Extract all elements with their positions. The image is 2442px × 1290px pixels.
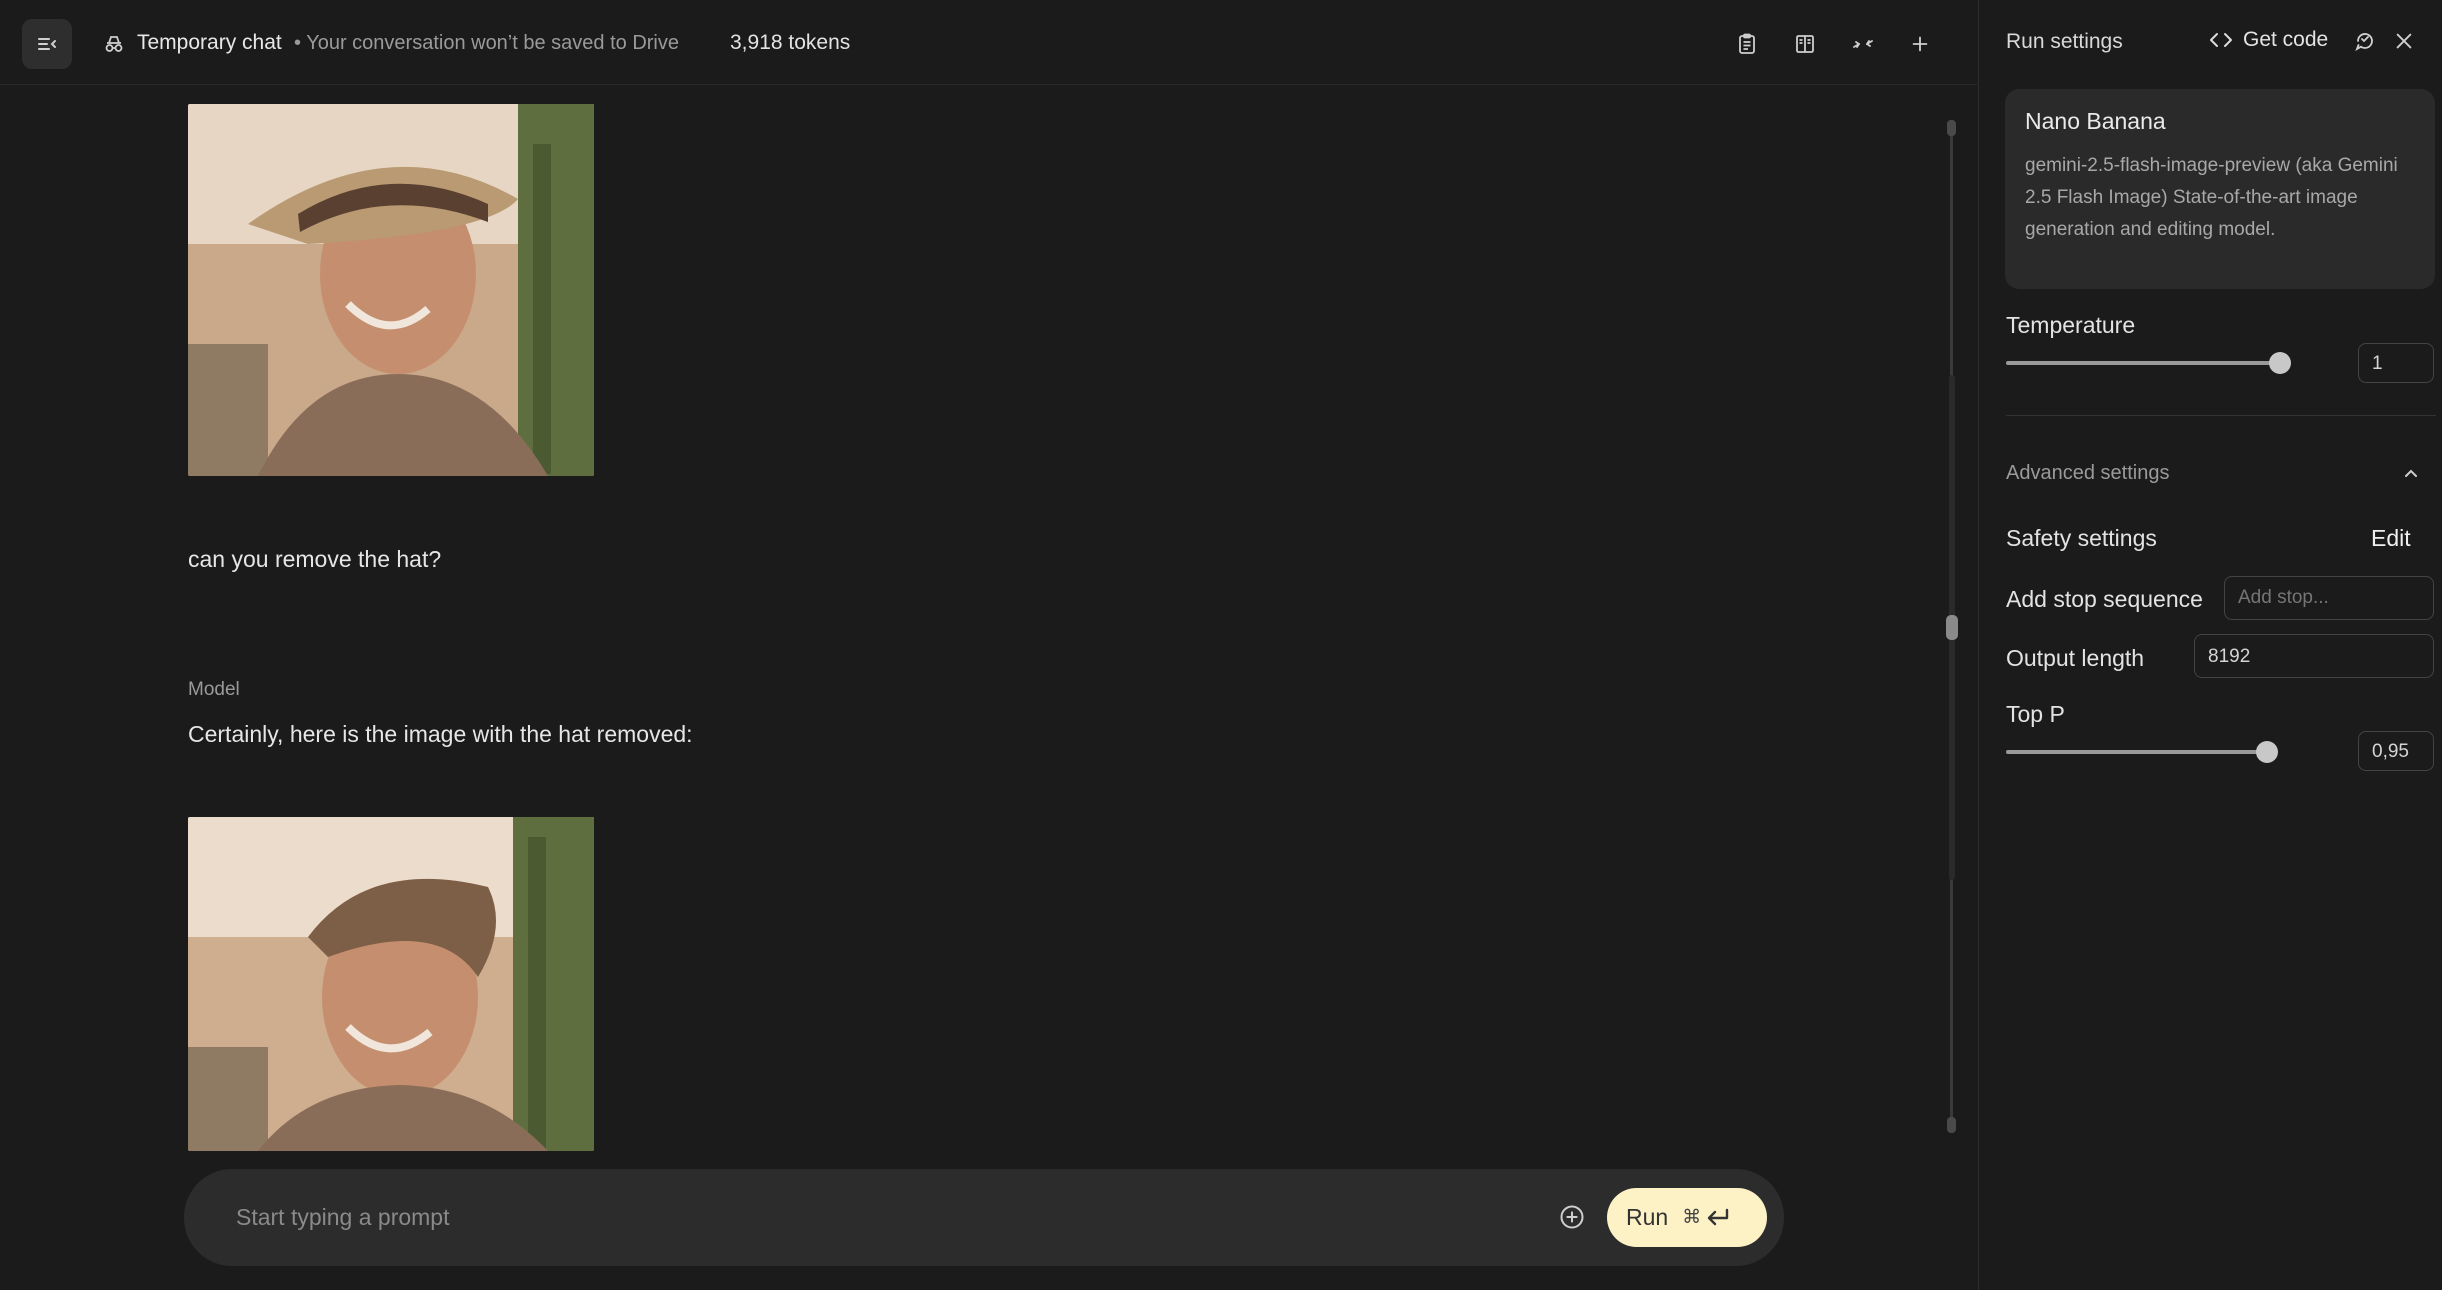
book-icon bbox=[1796, 35, 1814, 53]
reset-settings-button[interactable] bbox=[2350, 26, 2380, 56]
temperature-label: Temperature bbox=[2006, 312, 2136, 338]
top-p-slider[interactable] bbox=[2006, 750, 2267, 754]
code-icon bbox=[2210, 33, 2232, 47]
chat-area: Temporary chat • Your conversation won’t… bbox=[0, 0, 1977, 1290]
run-label: Run bbox=[1626, 1204, 1669, 1230]
temperature-input[interactable]: 1 bbox=[2358, 343, 2434, 383]
toggle-sidebar-button[interactable] bbox=[22, 19, 72, 69]
stop-sequence-input[interactable] bbox=[2224, 576, 2434, 620]
clipboard-button[interactable] bbox=[1731, 28, 1763, 60]
swap-button[interactable] bbox=[1847, 28, 1879, 60]
chat-subtitle: • Your conversation won’t be saved to Dr… bbox=[294, 32, 679, 54]
top-p-input[interactable]: 0,95 bbox=[2358, 731, 2434, 771]
prompt-input[interactable]: Start typing a prompt bbox=[236, 1204, 450, 1231]
output-length-label: Output length bbox=[2006, 645, 2145, 671]
prompt-bar[interactable]: Start typing a prompt Run ⌘ bbox=[184, 1169, 1784, 1266]
safety-settings-edit-button[interactable]: Edit bbox=[2371, 525, 2411, 552]
command-key: ⌘ bbox=[1682, 1207, 1702, 1228]
divider bbox=[2006, 415, 2436, 416]
add-circle-icon bbox=[1560, 1205, 1584, 1229]
chat-title: Temporary chat bbox=[137, 31, 282, 54]
user-image-with-hat[interactable] bbox=[188, 104, 594, 476]
model-role-label: Model bbox=[188, 679, 240, 700]
user-message: can you remove the hat? bbox=[188, 546, 442, 572]
reset-chat-icon bbox=[2355, 33, 2373, 52]
model-message: Certainly, here is the image with the ha… bbox=[188, 721, 693, 747]
top-bar: Temporary chat • Your conversation won’t… bbox=[0, 0, 1977, 85]
plus-icon bbox=[1912, 36, 1928, 52]
new-chat-button[interactable] bbox=[1904, 28, 1936, 60]
stop-sequence-label: Add stop sequence bbox=[2006, 586, 2203, 612]
top-p-label: Top P bbox=[2006, 701, 2065, 727]
advanced-settings-toggle[interactable]: Advanced settings bbox=[2006, 462, 2169, 485]
temperature-slider[interactable] bbox=[2006, 361, 2280, 365]
scroll-thumb[interactable] bbox=[1946, 615, 1958, 640]
temperature-slider-knob[interactable] bbox=[2269, 352, 2291, 374]
model-image-hat-removed[interactable] bbox=[188, 817, 594, 1151]
add-media-button[interactable] bbox=[1554, 1199, 1590, 1235]
chevron-up-icon[interactable] bbox=[2399, 462, 2423, 486]
model-name: Nano Banana bbox=[2025, 108, 2166, 134]
top-p-slider-knob[interactable] bbox=[2256, 741, 2278, 763]
get-code-label: Get code bbox=[2243, 28, 2329, 51]
get-code-button[interactable]: Get code bbox=[2209, 28, 2328, 52]
model-selector-card[interactable]: Nano Banana gemini-2.5-flash-image-previ… bbox=[2005, 89, 2435, 289]
compare-button[interactable] bbox=[1789, 28, 1821, 60]
enter-key-icon bbox=[1708, 1208, 1729, 1225]
clipboard-icon bbox=[1739, 33, 1755, 54]
run-button[interactable]: Run ⌘ bbox=[1607, 1188, 1767, 1247]
scroll-bottom-marker bbox=[1947, 1117, 1956, 1133]
menu-collapse-icon bbox=[38, 38, 56, 50]
token-count: 3,918 tokens bbox=[730, 31, 851, 54]
close-panel-button[interactable] bbox=[2389, 26, 2419, 56]
safety-settings-label: Safety settings bbox=[2006, 525, 2157, 551]
scroll-top-marker bbox=[1947, 120, 1956, 136]
output-length-input[interactable]: 8192 bbox=[2194, 634, 2434, 678]
model-description: gemini-2.5-flash-image-preview (aka Gemi… bbox=[2025, 155, 2398, 240]
run-settings-panel: Run settings Get code Nano Banana gemini… bbox=[1978, 0, 2442, 1290]
incognito-icon bbox=[105, 36, 123, 52]
close-icon bbox=[2396, 33, 2412, 49]
compress-arrows-icon bbox=[1853, 40, 1873, 48]
run-shortcut: ⌘ bbox=[1682, 1206, 1731, 1229]
run-settings-title: Run settings bbox=[2006, 30, 2123, 53]
